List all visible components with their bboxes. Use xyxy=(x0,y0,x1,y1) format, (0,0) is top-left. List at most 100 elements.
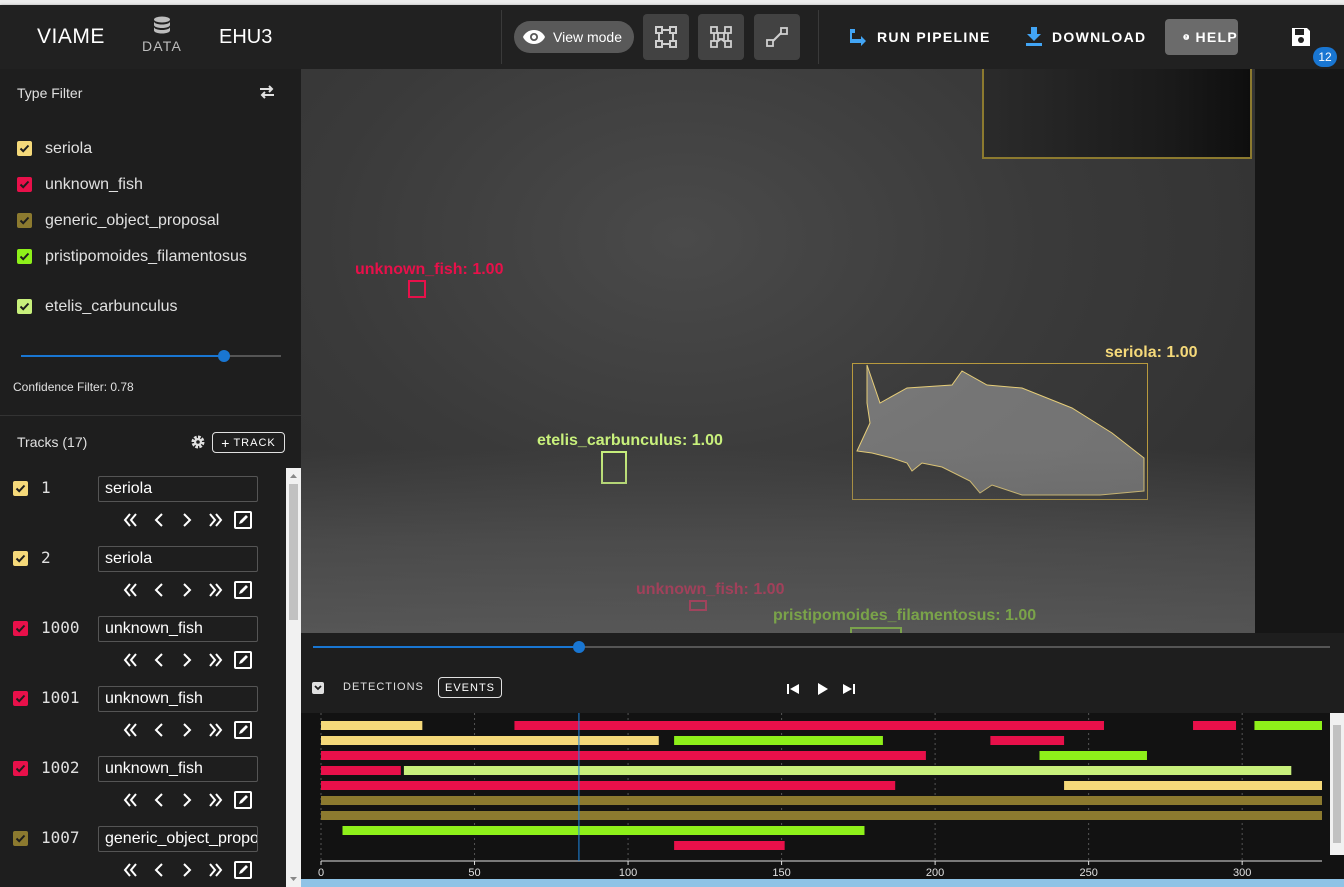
first-frame-icon[interactable] xyxy=(121,510,141,530)
event-bar[interactable] xyxy=(1193,721,1237,730)
event-chart[interactable]: 0 50 100 150 200 250 300 xyxy=(301,713,1344,879)
type-filter-item[interactable]: seriola xyxy=(17,139,235,159)
previous-frame-icon[interactable] xyxy=(149,790,169,810)
edit-icon[interactable] xyxy=(233,650,253,670)
seriola-polygon[interactable] xyxy=(852,363,1152,503)
unknown-fish-box[interactable] xyxy=(408,280,426,298)
next-frame-icon[interactable] xyxy=(177,720,197,740)
track-row[interactable]: 2 xyxy=(0,538,286,608)
next-frame-icon[interactable] xyxy=(177,650,197,670)
track-type-input[interactable] xyxy=(98,686,258,712)
app-brand[interactable]: VIAME xyxy=(37,25,105,49)
last-frame-icon[interactable] xyxy=(205,510,225,530)
first-frame-icon[interactable] xyxy=(121,650,141,670)
type-checkbox[interactable] xyxy=(17,213,32,228)
event-bar[interactable] xyxy=(674,841,785,850)
add-track-button[interactable]: + TRACK xyxy=(212,432,285,453)
track-checkbox[interactable] xyxy=(13,831,28,846)
skip-next-icon[interactable] xyxy=(841,681,857,697)
track-checkbox[interactable] xyxy=(13,481,28,496)
event-chart-svg[interactable]: 0 50 100 150 200 250 300 xyxy=(301,713,1330,879)
next-frame-icon[interactable] xyxy=(177,580,197,600)
play-icon[interactable] xyxy=(814,681,830,697)
unknown-fish-box[interactable] xyxy=(689,600,707,611)
event-bar[interactable] xyxy=(321,811,1322,820)
event-bar[interactable] xyxy=(990,736,1065,745)
gear-icon[interactable] xyxy=(190,434,206,450)
confidence-slider-thumb[interactable] xyxy=(217,350,230,362)
event-bar[interactable] xyxy=(321,736,659,745)
polygon-tool-button[interactable] xyxy=(698,14,744,60)
track-type-input[interactable] xyxy=(98,476,258,502)
edit-icon[interactable] xyxy=(233,510,253,530)
event-bar[interactable] xyxy=(1064,781,1322,790)
previous-frame-icon[interactable] xyxy=(149,720,169,740)
rectangle-tool-button[interactable] xyxy=(643,14,689,60)
previous-frame-icon[interactable] xyxy=(149,650,169,670)
event-bar[interactable] xyxy=(1039,751,1147,760)
track-checkbox[interactable] xyxy=(13,551,28,566)
run-pipeline-button[interactable]: RUN PIPELINE xyxy=(848,25,991,49)
last-frame-icon[interactable] xyxy=(205,720,225,740)
type-filter-item[interactable]: generic_object_proposal xyxy=(17,211,235,231)
last-frame-icon[interactable] xyxy=(205,650,225,670)
edit-icon[interactable] xyxy=(233,580,253,600)
video-frame[interactable]: unknown_fish: 1.00 seriola: 1.00 etelis_… xyxy=(301,69,1255,633)
next-frame-icon[interactable] xyxy=(177,860,197,880)
next-frame-icon[interactable] xyxy=(177,510,197,530)
last-frame-icon[interactable] xyxy=(205,790,225,810)
event-bar[interactable] xyxy=(674,736,883,745)
save-button[interactable] xyxy=(1289,25,1313,49)
track-checkbox[interactable] xyxy=(13,761,28,776)
event-bar[interactable] xyxy=(342,826,865,835)
generic-object-box[interactable] xyxy=(982,69,1252,159)
event-chart-scroll-thumb[interactable] xyxy=(1333,725,1341,843)
event-bar[interactable] xyxy=(403,766,1292,775)
edit-icon[interactable] xyxy=(233,790,253,810)
first-frame-icon[interactable] xyxy=(121,580,141,600)
edit-icon[interactable] xyxy=(233,860,253,880)
annotation-viewer[interactable]: unknown_fish: 1.00 seriola: 1.00 etelis_… xyxy=(301,69,1344,633)
line-tool-button[interactable] xyxy=(754,14,800,60)
confidence-slider[interactable] xyxy=(21,350,281,362)
track-row[interactable]: 1000 xyxy=(0,608,286,678)
skip-previous-icon[interactable] xyxy=(785,681,801,697)
track-row[interactable]: 1007 xyxy=(0,818,286,887)
collapse-timeline-icon[interactable] xyxy=(311,681,325,695)
event-bar[interactable] xyxy=(321,796,1322,805)
swap-icon[interactable] xyxy=(256,81,278,103)
edit-icon[interactable] xyxy=(233,720,253,740)
type-filter-item[interactable]: unknown_fish xyxy=(17,175,235,195)
detections-tab[interactable]: DETECTIONS xyxy=(343,681,424,693)
first-frame-icon[interactable] xyxy=(121,720,141,740)
track-list-scrollbar[interactable] xyxy=(286,468,301,887)
first-frame-icon[interactable] xyxy=(121,860,141,880)
event-bar[interactable] xyxy=(321,721,423,730)
type-checkbox[interactable] xyxy=(17,141,32,156)
scroll-up-icon[interactable] xyxy=(286,470,301,482)
previous-frame-icon[interactable] xyxy=(149,510,169,530)
data-tab[interactable]: DATA xyxy=(140,13,184,63)
track-row[interactable]: 1002 xyxy=(0,748,286,818)
first-frame-icon[interactable] xyxy=(121,790,141,810)
type-filter-item[interactable]: pristipomoides_filamentosus xyxy=(17,247,247,267)
event-bar[interactable] xyxy=(321,766,401,775)
track-checkbox[interactable] xyxy=(13,621,28,636)
frame-slider[interactable] xyxy=(313,641,1330,653)
track-checkbox[interactable] xyxy=(13,691,28,706)
help-button[interactable]: ? HELP xyxy=(1165,19,1238,55)
last-frame-icon[interactable] xyxy=(205,860,225,880)
events-tab[interactable]: EVENTS xyxy=(438,677,502,698)
type-checkbox[interactable] xyxy=(17,249,32,264)
event-bar[interactable] xyxy=(321,751,926,760)
type-filter-item[interactable]: etelis_carbunculus xyxy=(17,297,235,317)
view-mode-button[interactable]: View mode xyxy=(514,21,634,53)
next-frame-icon[interactable] xyxy=(177,790,197,810)
event-bar[interactable] xyxy=(321,781,896,790)
last-frame-icon[interactable] xyxy=(205,580,225,600)
track-row[interactable]: 1001 xyxy=(0,678,286,748)
track-type-input[interactable] xyxy=(98,616,258,642)
track-type-input[interactable] xyxy=(98,546,258,572)
event-bar[interactable] xyxy=(1254,721,1322,730)
type-checkbox[interactable] xyxy=(17,299,32,314)
